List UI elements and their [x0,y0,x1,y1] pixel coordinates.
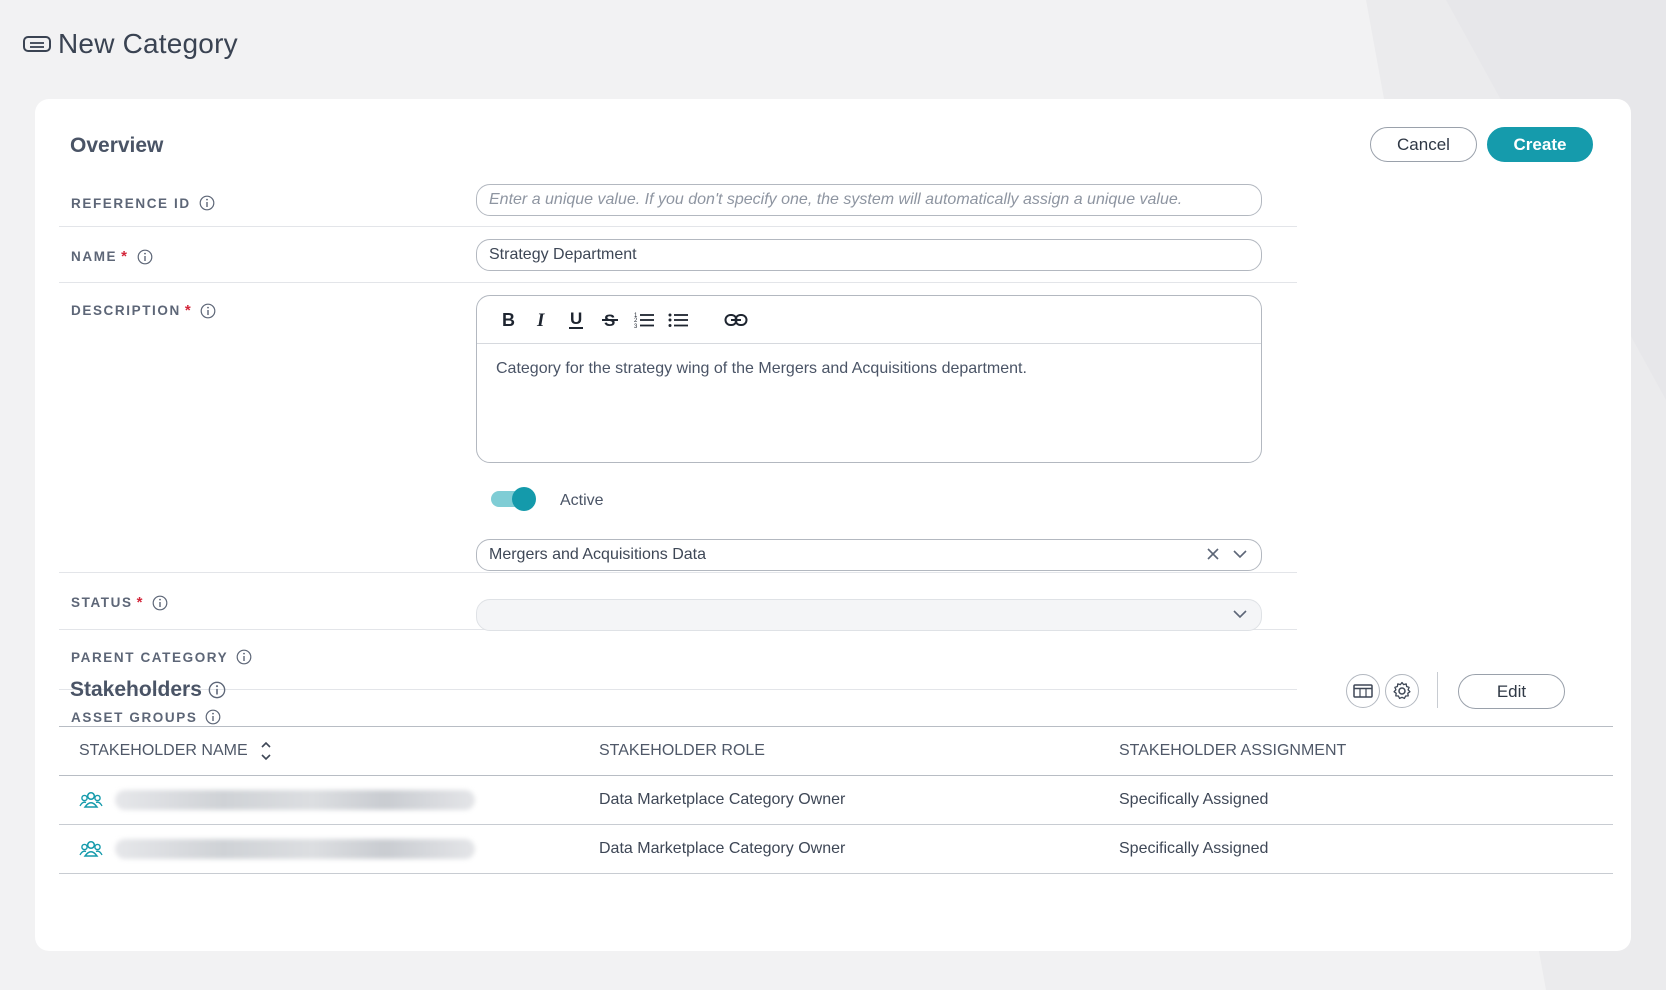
stakeholder-name-cell [59,824,579,874]
chevron-down-icon[interactable] [1231,546,1249,562]
parent-category-label: PARENT CATEGORY [71,649,252,665]
info-icon[interactable] [200,303,216,319]
reference-id-label: REFERENCE ID [71,195,215,211]
parent-category-select[interactable]: Mergers and Acquisitions Data [476,539,1262,571]
link-icon[interactable] [723,307,749,333]
cancel-button[interactable]: Cancel [1370,127,1477,162]
underline-icon[interactable]: U [563,307,589,333]
stakeholder-name-cell [59,775,579,825]
status-label: STATUS * [71,594,168,611]
info-icon[interactable] [236,649,252,665]
table-row[interactable]: Data Marketplace Category Owner Specific… [59,824,1613,874]
column-header-assignment: STAKEHOLDER ASSIGNMENT [1099,726,1613,776]
parent-category-value: Mergers and Acquisitions Data [489,546,706,563]
description-label: DESCRIPTION * [71,302,216,319]
svg-text:3: 3 [634,324,638,329]
svg-text:B: B [502,311,515,329]
gear-icon [1393,681,1411,700]
edit-stakeholders-button[interactable]: Edit [1458,674,1565,709]
reference-id-placeholder: Enter a unique value. If you don't speci… [489,191,1183,208]
info-icon[interactable] [137,249,153,265]
svg-text:I: I [536,311,545,329]
column-header-role: STAKEHOLDER ROLE [579,726,1099,776]
editor-toolbar: B I U S 123 [477,296,1261,344]
stakeholder-role-cell: Data Marketplace Category Owner [579,775,1099,825]
stakeholder-role-cell: Data Marketplace Category Owner [579,824,1099,874]
page-header: New Category [22,28,238,60]
toolbar-divider [1437,672,1438,708]
stakeholders-title: Stakeholders [70,678,226,702]
parent-category-row: PARENT CATEGORY [59,629,1297,690]
info-icon[interactable] [152,595,168,611]
name-label: NAME * [71,248,153,265]
select-icons [1205,546,1249,562]
overview-title: Overview [70,134,164,157]
clear-icon[interactable] [1205,546,1221,562]
select-icons [1231,606,1249,622]
columns-button[interactable] [1346,674,1380,708]
table-columns-icon [1353,684,1373,698]
stakeholder-name-redacted[interactable] [115,839,476,859]
required-marker: * [136,594,145,611]
svg-text:U: U [570,310,582,328]
strikethrough-icon[interactable]: S [597,307,623,333]
reference-id-input[interactable]: Enter a unique value. If you don't speci… [476,184,1262,216]
form-card: Overview Cancel Create REFERENCE ID Ente… [35,99,1631,951]
bold-icon[interactable]: B [495,307,521,333]
info-icon[interactable] [205,709,221,725]
stakeholder-assignment-cell: Specifically Assigned [1099,775,1613,825]
description-text[interactable]: Category for the strategy wing of the Me… [477,344,1261,394]
stakeholder-name-redacted[interactable] [115,790,476,810]
description-editor: B I U S 123 Category for the strategy wi… [476,295,1262,463]
table-header-row: STAKEHOLDER NAME STAKEHOLDER ROLE STAKEH… [59,726,1613,776]
settings-button[interactable] [1385,674,1419,708]
info-icon[interactable] [199,195,215,211]
chevron-down-icon[interactable] [1231,606,1249,622]
user-group-icon [79,840,103,857]
page-title: New Category [58,28,238,59]
table-row[interactable]: Data Marketplace Category Owner Specific… [59,775,1613,825]
column-header-name[interactable]: STAKEHOLDER NAME [59,726,579,776]
sort-icon[interactable] [260,740,272,762]
bullet-list-icon[interactable] [665,307,691,333]
toggle-knob [512,487,536,511]
asset-groups-label: ASSET GROUPS [71,709,221,725]
tag-icon [23,36,51,52]
ordered-list-icon[interactable]: 123 [631,307,657,333]
create-button[interactable]: Create [1487,127,1593,162]
required-marker: * [184,302,193,319]
asset-groups-select[interactable] [476,599,1262,631]
stakeholders-table: STAKEHOLDER NAME STAKEHOLDER ROLE STAKEH… [59,726,1613,874]
status-value: Active [560,492,604,509]
italic-icon[interactable]: I [529,307,555,333]
info-icon[interactable] [208,681,226,699]
status-toggle[interactable] [491,487,537,511]
user-group-icon [79,791,103,808]
stakeholder-assignment-cell: Specifically Assigned [1099,824,1613,874]
required-marker: * [121,248,129,265]
name-input[interactable]: Strategy Department [476,239,1262,271]
